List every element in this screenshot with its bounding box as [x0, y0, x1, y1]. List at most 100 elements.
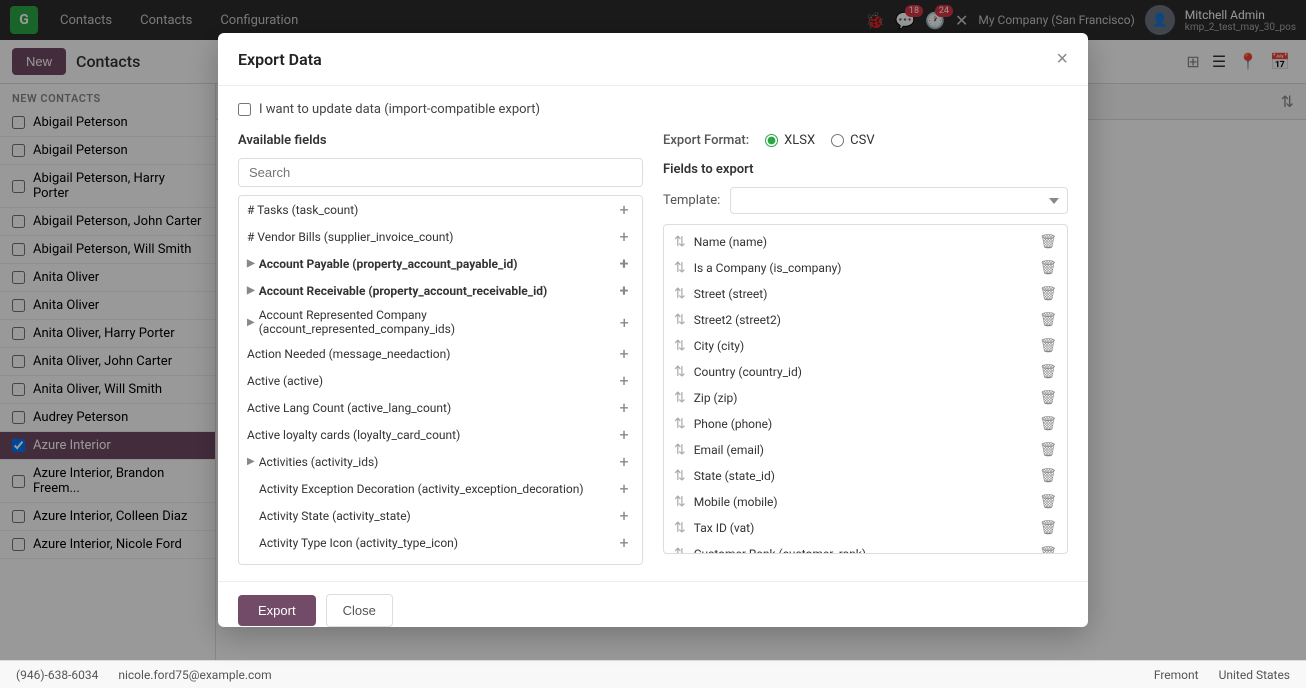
field-item-expandable[interactable]: ▶ Activities (activity_ids) + — [239, 448, 642, 475]
add-field-button[interactable]: + — [614, 281, 634, 300]
xlsx-radio[interactable] — [765, 134, 778, 147]
field-item-expandable[interactable]: ▶ Account Receivable (property_account_r… — [239, 277, 642, 304]
modal-footer: Export Close — [218, 581, 1088, 627]
delete-field-button[interactable]: 🗑 — [1039, 312, 1057, 328]
drag-icon[interactable]: ⇅ — [674, 546, 686, 554]
field-item[interactable]: # Tasks (task_count) + — [239, 196, 642, 223]
field-item-indented[interactable]: Additional info (additional_info) + — [239, 556, 642, 565]
expand-icon[interactable]: ▶ — [247, 317, 255, 328]
add-field-button[interactable]: + — [614, 200, 634, 219]
expand-icon[interactable]: ▶ — [247, 285, 255, 296]
field-item-indented[interactable]: Activity State (activity_state) + — [239, 502, 642, 529]
import-check-label: I want to update data (import-compatible… — [259, 102, 540, 117]
delete-field-button[interactable]: 🗑 — [1039, 416, 1057, 432]
field-item[interactable]: # Vendor Bills (supplier_invoice_count) … — [239, 223, 642, 250]
add-field-button[interactable]: + — [614, 560, 634, 565]
expand-icon[interactable]: ▶ — [247, 456, 255, 467]
add-field-button[interactable]: + — [614, 227, 634, 246]
export-field-item: ⇅ Name (name) 🗑 — [664, 229, 1067, 255]
fields-to-export-panel: Export Format: XLSX CSV Fields to export — [663, 133, 1068, 565]
field-label: Activity Type Icon (activity_type_icon) — [259, 536, 458, 550]
drag-icon[interactable]: ⇅ — [674, 312, 686, 328]
drag-icon[interactable]: ⇅ — [674, 442, 686, 458]
available-fields-list: # Tasks (task_count) + # Vendor Bills (s… — [238, 195, 643, 565]
delete-field-button[interactable]: 🗑 — [1039, 338, 1057, 354]
export-field-item: ⇅ Street (street) 🗑 — [664, 281, 1067, 307]
close-button[interactable]: Close — [326, 594, 393, 627]
field-label: # Vendor Bills (supplier_invoice_count) — [247, 230, 453, 244]
expand-icon[interactable]: ▶ — [247, 258, 255, 269]
add-field-button[interactable]: + — [614, 371, 634, 390]
field-item-indented[interactable]: Activity Type Icon (activity_type_icon) … — [239, 529, 642, 556]
add-field-button[interactable]: + — [614, 479, 634, 498]
drag-icon[interactable]: ⇅ — [674, 468, 686, 484]
export-field-item: ⇅ Street2 (street2) 🗑 — [664, 307, 1067, 333]
delete-field-button[interactable]: 🗑 — [1039, 546, 1057, 554]
field-label: Active loyalty cards (loyalty_card_count… — [247, 428, 460, 442]
field-item[interactable]: Action Needed (message_needaction) + — [239, 340, 642, 367]
delete-field-button[interactable]: 🗑 — [1039, 442, 1057, 458]
drag-icon[interactable]: ⇅ — [674, 416, 686, 432]
drag-icon[interactable]: ⇅ — [674, 494, 686, 510]
export-field-name: Email (email) — [694, 443, 764, 457]
drag-icon[interactable]: ⇅ — [674, 364, 686, 380]
delete-field-button[interactable]: 🗑 — [1039, 286, 1057, 302]
add-field-button[interactable]: + — [614, 533, 634, 552]
import-check-checkbox[interactable] — [238, 103, 251, 116]
drag-icon[interactable]: ⇅ — [674, 234, 686, 250]
drag-icon[interactable]: ⇅ — [674, 260, 686, 276]
modal-body: I want to update data (import-compatible… — [218, 86, 1088, 581]
field-item-indented[interactable]: Activity Exception Decoration (activity_… — [239, 475, 642, 502]
delete-field-button[interactable]: 🗑 — [1039, 260, 1057, 276]
export-format-label: Export Format: — [663, 133, 749, 148]
export-field-item: ⇅ Tax ID (vat) 🗑 — [664, 515, 1067, 541]
field-label: Active (active) — [247, 374, 323, 388]
field-label: Additional info (additional_info) — [259, 563, 427, 566]
delete-field-button[interactable]: 🗑 — [1039, 364, 1057, 380]
add-field-button[interactable]: + — [614, 254, 634, 273]
modal-title: Export Data — [238, 50, 322, 69]
add-field-button[interactable]: + — [614, 452, 634, 471]
add-field-button[interactable]: + — [614, 398, 634, 417]
add-field-button[interactable]: + — [614, 344, 634, 363]
modal-columns: Available fields # Tasks (task_count) + … — [238, 133, 1068, 565]
csv-label: CSV — [850, 133, 874, 148]
csv-radio[interactable] — [831, 134, 844, 147]
field-item-expandable[interactable]: ▶ Account Payable (property_account_paya… — [239, 250, 642, 277]
export-field-item: ⇅ Zip (zip) 🗑 — [664, 385, 1067, 411]
field-item[interactable]: Active Lang Count (active_lang_count) + — [239, 394, 642, 421]
drag-icon[interactable]: ⇅ — [674, 390, 686, 406]
export-field-item: ⇅ Phone (phone) 🗑 — [664, 411, 1067, 437]
export-field-item: ⇅ State (state_id) 🗑 — [664, 463, 1067, 489]
export-field-name: Phone (phone) — [694, 417, 772, 431]
modal-close-button[interactable]: × — [1056, 49, 1068, 69]
field-item[interactable]: Active loyalty cards (loyalty_card_count… — [239, 421, 642, 448]
export-button[interactable]: Export — [238, 595, 316, 626]
export-field-name: Name (name) — [694, 235, 767, 249]
export-format-row: Export Format: XLSX CSV — [663, 133, 1068, 148]
field-item[interactable]: Active (active) + — [239, 367, 642, 394]
delete-field-button[interactable]: 🗑 — [1039, 234, 1057, 250]
field-item-expandable[interactable]: ▶ Account Represented Company (account_r… — [239, 304, 642, 340]
export-field-item: ⇅ Email (email) 🗑 — [664, 437, 1067, 463]
delete-field-button[interactable]: 🗑 — [1039, 468, 1057, 484]
add-field-button[interactable]: + — [614, 506, 634, 525]
drag-icon[interactable]: ⇅ — [674, 520, 686, 536]
delete-field-button[interactable]: 🗑 — [1039, 390, 1057, 406]
csv-option[interactable]: CSV — [831, 133, 874, 148]
delete-field-button[interactable]: 🗑 — [1039, 494, 1057, 510]
xlsx-label: XLSX — [784, 133, 815, 148]
export-fields-list: ⇅ Name (name) 🗑 ⇅ Is a Company (is_compa… — [663, 224, 1068, 554]
template-row: Template: — [663, 187, 1068, 214]
drag-icon[interactable]: ⇅ — [674, 338, 686, 354]
modal-header: Export Data × — [218, 33, 1088, 86]
delete-field-button[interactable]: 🗑 — [1039, 520, 1057, 536]
email-info: nicole.ford75@example.com — [118, 668, 271, 682]
fields-search-input[interactable] — [238, 158, 643, 187]
drag-icon[interactable]: ⇅ — [674, 286, 686, 302]
xlsx-option[interactable]: XLSX — [765, 133, 815, 148]
add-field-button[interactable]: + — [614, 425, 634, 444]
export-field-name: Customer Rank (customer_rank) — [694, 547, 866, 554]
add-field-button[interactable]: + — [615, 313, 634, 332]
template-select[interactable] — [730, 187, 1068, 214]
